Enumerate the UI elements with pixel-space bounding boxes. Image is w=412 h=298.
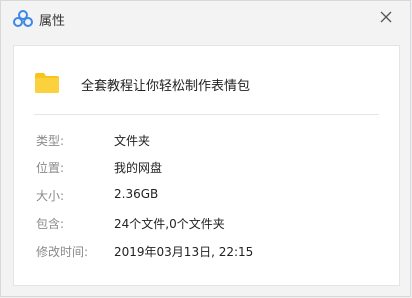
close-button[interactable] xyxy=(375,6,397,28)
property-label: 大小: xyxy=(36,189,65,203)
property-value: 文件夹 xyxy=(114,134,151,148)
cloud-logo-icon xyxy=(13,10,33,28)
properties-panel: 全套教程让你轻松制作表情包 类型: 文件夹 位置: 我的网盘 大小: 2.36G… xyxy=(13,45,400,286)
properties-dialog: 属性 全套教程让你轻松制作表情包 类型: 文件夹 位置: 我的网盘 大小: 2.… xyxy=(0,0,411,297)
divider xyxy=(34,114,379,115)
property-value: 2019年03月13日, 22:15 xyxy=(114,245,254,259)
title-bar[interactable]: 属性 xyxy=(1,1,410,38)
property-label: 位置: xyxy=(36,161,65,175)
dialog-title: 属性 xyxy=(39,14,66,29)
property-label: 修改时间: xyxy=(36,245,89,259)
close-icon xyxy=(380,11,392,23)
property-label: 包含: xyxy=(36,217,65,231)
property-value: 24个文件,0个文件夹 xyxy=(114,217,225,231)
property-value: 我的网盘 xyxy=(114,161,163,175)
property-label: 类型: xyxy=(36,134,65,148)
property-value: 2.36GB xyxy=(114,187,159,201)
file-name: 全套教程让你轻松制作表情包 xyxy=(81,79,251,94)
folder-icon xyxy=(34,72,60,94)
